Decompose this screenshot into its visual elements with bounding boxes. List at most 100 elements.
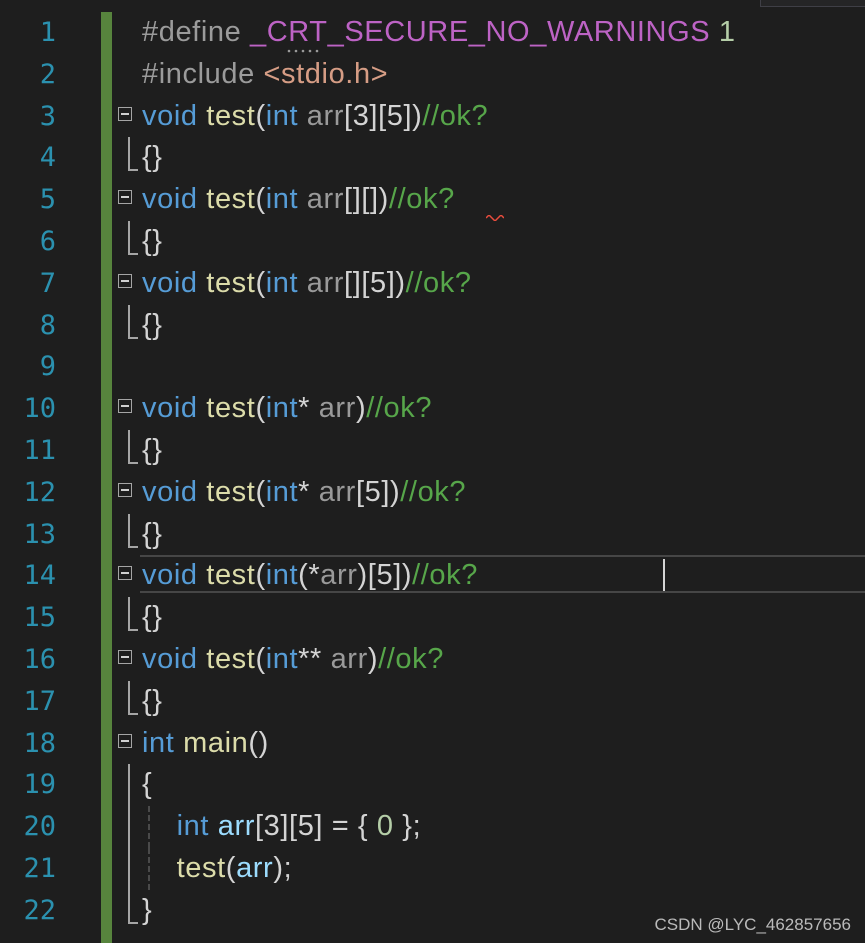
line-number: 7 [39, 267, 56, 299]
code-text[interactable]: void test(int(*arr)[5])//ok? [142, 555, 478, 597]
code-token: #define [142, 16, 250, 48]
code-line[interactable]: 15 {} [0, 597, 865, 639]
code-text[interactable]: test(arr); [142, 848, 292, 890]
code-token: ( [225, 851, 237, 884]
code-text[interactable]: void test(int* arr)//ok? [142, 388, 432, 430]
code-token: ( [255, 559, 266, 592]
code-line[interactable]: 6 {} [0, 220, 865, 263]
collapse-icon[interactable] [118, 566, 132, 581]
collapse-icon[interactable] [118, 273, 132, 288]
code-token: //ok? [378, 642, 444, 675]
code-line[interactable]: 3 void test(int arr[3][5])//ok? [0, 96, 865, 138]
navigation-dropdown[interactable] [760, 0, 865, 7]
code-line[interactable]: 12 void test(int* arr[5])//ok? [0, 472, 865, 514]
code-line[interactable]: 11 {} [0, 429, 865, 472]
code-token: void [142, 183, 198, 216]
line-number: 21 [23, 852, 56, 884]
code-text[interactable]: {} [142, 221, 163, 263]
collapse-icon[interactable] [118, 482, 132, 497]
code-line[interactable]: 10 void test(int* arr)//ok? [0, 388, 865, 430]
code-line[interactable]: 8 {} [0, 304, 865, 347]
code-line[interactable]: 9 [0, 346, 865, 388]
outline-end [128, 220, 138, 255]
code-token: arr [320, 559, 358, 592]
code-text[interactable]: int main() [142, 723, 269, 765]
line-number: 4 [39, 142, 56, 174]
code-token: int [176, 810, 210, 843]
code-token: test [206, 475, 256, 508]
code-line[interactable]: 17 {} [0, 680, 865, 723]
collapse-icon[interactable] [118, 190, 132, 205]
code-text[interactable]: {} [142, 681, 163, 723]
line-number: 22 [23, 894, 56, 926]
code-token: void [142, 392, 198, 425]
line-number: 6 [39, 225, 56, 257]
code-token: {} [142, 517, 163, 550]
code-line[interactable]: 5 void test(int arr[][])//ok? [0, 179, 865, 222]
line-number: 14 [23, 560, 56, 592]
code-line[interactable]: 19 { [0, 764, 865, 807]
line-number: 2 [39, 58, 56, 90]
code-line[interactable]: 20 int arr[3][5] = { 0 }; [0, 806, 865, 848]
code-token: test [206, 183, 256, 216]
collapse-icon[interactable] [118, 649, 132, 664]
code-token: } [142, 893, 153, 926]
outline-end [128, 889, 138, 924]
code-token: [3][5]) [344, 99, 423, 132]
line-number: 9 [39, 351, 56, 383]
code-text[interactable]: #include <stdio.h> [142, 54, 388, 96]
code-text[interactable]: void test(int arr[3][5])//ok? [142, 96, 488, 138]
line-number: 17 [23, 685, 56, 717]
code-token: ) [367, 642, 379, 675]
line-number: 8 [39, 309, 56, 341]
code-lines[interactable]: 1 #define _CRT_SECURE_NO_WARNINGS 1 2 #incl… [0, 12, 865, 932]
code-text[interactable]: {} [142, 514, 163, 556]
code-token: //ok? [412, 559, 478, 592]
code-text[interactable]: void test(int* arr[5])//ok? [142, 472, 466, 514]
code-line[interactable]: 1 #define _CRT_SECURE_NO_WARNINGS 1 [0, 12, 865, 54]
code-token: {} [142, 308, 163, 341]
code-token: int [265, 183, 299, 216]
code-text[interactable]: void test(int arr[][])//ok? [142, 179, 455, 221]
code-line[interactable]: 14 void test(int(*arr)[5])//ok? [0, 555, 865, 597]
code-text[interactable]: void test(int** arr)//ok? [142, 639, 444, 681]
code-token: arr [318, 475, 356, 508]
code-token: ( [255, 642, 266, 675]
code-text[interactable]: {} [142, 305, 163, 347]
collapse-icon[interactable] [118, 106, 132, 121]
code-token: 0 [376, 810, 394, 843]
code-line[interactable]: 18 int main() [0, 723, 865, 765]
collapse-icon[interactable] [118, 733, 132, 748]
code-text[interactable]: { [142, 764, 152, 806]
code-editor[interactable]: 1 #define _CRT_SECURE_NO_WARNINGS 1 2 #incl… [0, 0, 865, 943]
code-token: int [265, 475, 299, 508]
code-token: ) [355, 392, 367, 425]
code-text[interactable]: } [142, 890, 152, 932]
collapse-icon[interactable] [118, 399, 132, 414]
code-token: int [265, 559, 299, 592]
code-token: ** [298, 642, 331, 675]
code-line[interactable]: 2 #include <stdio.h> [0, 54, 865, 96]
code-line[interactable]: 7 void test(int arr[][5])//ok? [0, 263, 865, 305]
code-line[interactable]: 21 test(arr); [0, 847, 865, 890]
code-text[interactable]: {} [142, 137, 163, 179]
code-text[interactable]: #define _CRT_SECURE_NO_WARNINGS 1 [142, 12, 736, 54]
code-token: <stdio.h> [263, 57, 389, 90]
outline-end [128, 680, 138, 715]
code-text[interactable]: {} [142, 597, 163, 639]
code-token: test [206, 559, 256, 592]
outline-end [128, 513, 138, 548]
code-text[interactable]: void test(int arr[][5])//ok? [142, 263, 472, 305]
code-token: arr [236, 851, 274, 884]
code-token: //ok? [366, 392, 433, 425]
code-text[interactable]: {} [142, 430, 163, 472]
code-line[interactable]: 13 {} [0, 513, 865, 556]
code-line[interactable]: 16 void test(int** arr)//ok? [0, 639, 865, 681]
code-line[interactable]: 4 {} [0, 137, 865, 179]
code-text[interactable]: int arr[3][5] = { 0 }; [142, 806, 421, 848]
